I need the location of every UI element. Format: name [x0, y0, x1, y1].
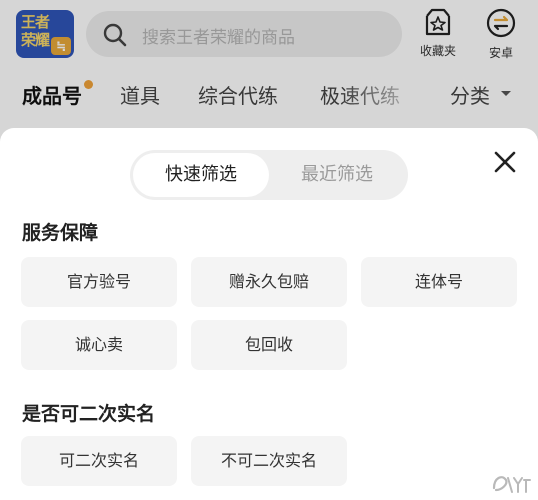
filter-mode-switch: 快速筛选 最近筛选 [130, 150, 408, 200]
option-sincere-sale[interactable]: 诚心卖 [21, 320, 177, 370]
watermark-logo-icon [492, 476, 531, 493]
option-realname-not-allowed[interactable]: 不可二次实名 [191, 436, 347, 486]
option-permanent-compensation[interactable]: 赠永久包赔 [191, 257, 347, 307]
tab-recent-filter[interactable]: 最近筛选 [269, 153, 405, 197]
section-title-service: 服务保障 [22, 222, 99, 244]
option-buyback[interactable]: 包回收 [191, 320, 347, 370]
filter-sheet: 快速筛选 最近筛选 服务保障 官方验号 赠永久包赔 连体号 诚心卖 包回收 是否… [0, 128, 538, 500]
section-title-realname: 是否可二次实名 [22, 403, 156, 425]
tab-quick-filter[interactable]: 快速筛选 [133, 153, 269, 197]
close-icon[interactable] [491, 148, 519, 176]
option-realname-allowed[interactable]: 可二次实名 [21, 436, 177, 486]
option-official-verify[interactable]: 官方验号 [21, 257, 177, 307]
option-linked-account[interactable]: 连体号 [361, 257, 517, 307]
